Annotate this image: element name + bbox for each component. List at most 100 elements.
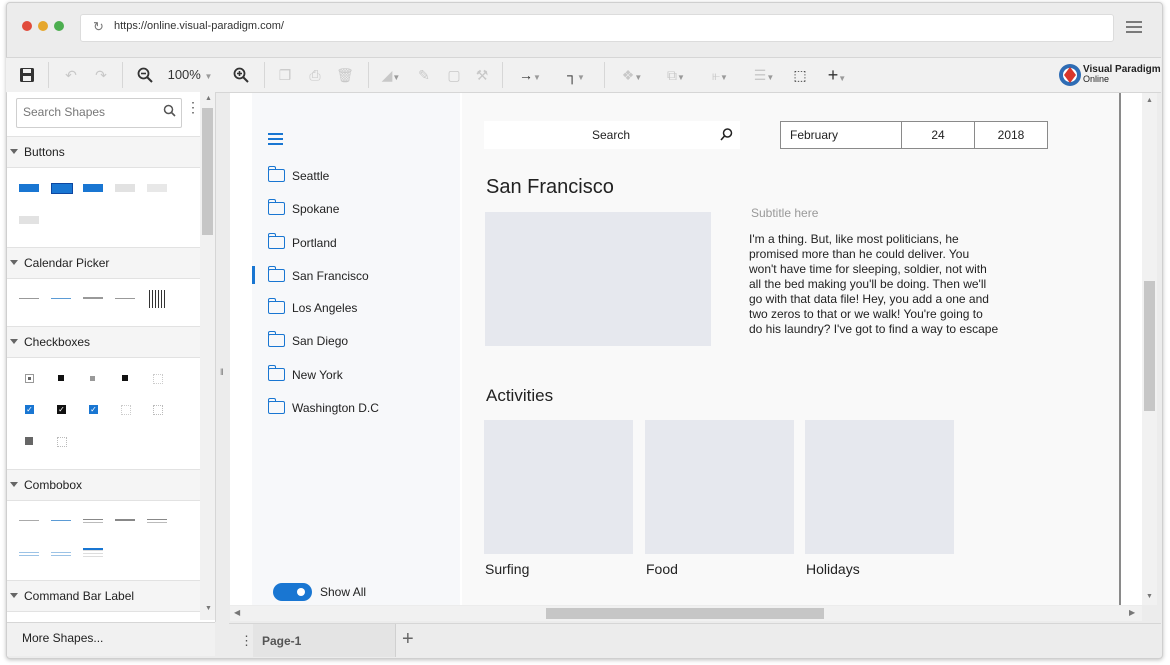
browser-menu-icon[interactable] [1126, 21, 1142, 33]
shape-combobox-list[interactable] [83, 548, 103, 558]
delete-icon[interactable]: 🗑 [336, 64, 354, 86]
shape-checkbox-indeterminate[interactable] [25, 374, 34, 383]
shape-button-primary[interactable] [19, 184, 39, 192]
shape-combobox-bordered[interactable] [83, 519, 103, 523]
shape-combobox-bold[interactable] [115, 519, 135, 521]
zoom-out-icon[interactable] [136, 64, 154, 86]
toolbar-separator [264, 62, 265, 88]
category-checkboxes[interactable]: Checkboxes [7, 326, 200, 358]
folder-icon [268, 266, 285, 282]
wireframe-search-label: Search [592, 128, 631, 142]
nav-item-washington-dc[interactable]: Washington D.C [292, 401, 379, 415]
nav-item-seattle[interactable]: Seattle [292, 169, 329, 183]
nav-item-los-angeles[interactable]: Los Angeles [292, 301, 357, 315]
reload-icon[interactable]: ↻ [93, 19, 104, 35]
shadow-icon[interactable]: ▢ [444, 64, 464, 86]
shape-button-outlined[interactable] [51, 183, 73, 194]
category-command-bar-label[interactable]: Command Bar Label [7, 580, 200, 612]
shape-combobox[interactable] [19, 520, 39, 521]
address-bar[interactable]: ↻ https://online.visual-paradigm.com/ [80, 14, 1114, 42]
nav-item-portland[interactable]: Portland [292, 236, 337, 250]
waypoint-icon[interactable]: ┐▼ [558, 64, 594, 86]
category-buttons[interactable]: Buttons [7, 136, 200, 168]
shape-button-light[interactable] [147, 184, 167, 192]
align-icon[interactable]: ⫦▼ [702, 64, 738, 86]
shape-checkbox-empty[interactable] [153, 374, 163, 384]
nav-item-san-francisco[interactable]: San Francisco [292, 269, 369, 283]
page-options-icon[interactable]: ⋮ [240, 633, 253, 649]
canvas-hscroll-thumb[interactable] [546, 608, 824, 619]
shape-combobox-focused[interactable] [51, 520, 71, 521]
shape-date-field-plain[interactable] [115, 298, 135, 299]
redo-icon[interactable]: ↷ [92, 64, 110, 86]
canvas-vscroll-thumb[interactable] [1144, 281, 1155, 411]
fill-icon[interactable]: ◢▼ [380, 64, 402, 86]
shape-checkbox-gray[interactable] [25, 437, 33, 445]
nav-item-new-york[interactable]: New York [292, 368, 343, 382]
distribute-icon[interactable]: ☰▼ [746, 64, 782, 86]
zoom-in-icon[interactable] [232, 64, 250, 86]
wireframe-search-box[interactable]: Search [484, 121, 740, 149]
shape-date-field[interactable] [19, 298, 39, 299]
format-painter-icon[interactable]: ⚒ [472, 64, 492, 86]
shape-combobox-light[interactable] [19, 552, 39, 556]
shape-checkbox-dotted[interactable] [57, 437, 67, 447]
shape-checkbox-unchecked[interactable] [121, 405, 131, 415]
close-window-dot[interactable] [22, 21, 32, 31]
add-icon[interactable]: +▼ [818, 64, 856, 86]
copy-icon[interactable]: ❐ [276, 64, 294, 86]
shape-checkbox-filled[interactable] [58, 375, 64, 381]
shape-date-field-bold[interactable] [83, 297, 103, 299]
date-day-field[interactable]: 24 [901, 121, 975, 149]
search-placeholder: Search Shapes [23, 105, 106, 119]
shape-checkbox-checked-blue[interactable]: ✓ [25, 405, 34, 414]
category-calendar-picker[interactable]: Calendar Picker [7, 247, 200, 279]
search-icon[interactable] [163, 104, 176, 120]
date-month-field[interactable]: February [780, 121, 902, 149]
shape-checkbox-dark[interactable] [122, 375, 128, 381]
shapes-scroll-thumb[interactable] [202, 108, 213, 235]
connector-icon[interactable]: →▼ [512, 64, 548, 86]
search-icon[interactable] [720, 128, 733, 144]
canvas-horizontal-scrollbar[interactable]: ◀ ▶ [230, 606, 1142, 621]
shape-combobox-outline[interactable] [147, 519, 167, 523]
select-all-icon[interactable]: ⬚ [790, 64, 810, 86]
shape-combobox-open[interactable] [51, 552, 71, 556]
shapes-panel: Search Shapes ⋮ Buttons Calendar Picker … [7, 92, 216, 622]
brand-logo[interactable]: Visual Paradigm Online [1058, 61, 1161, 89]
shape-button-flat[interactable] [19, 216, 39, 224]
minimize-window-dot[interactable] [38, 21, 48, 31]
nav-item-san-diego[interactable]: San Diego [292, 334, 348, 348]
page-tab[interactable]: Page-1 [253, 624, 396, 657]
undo-icon[interactable]: ↶ [62, 64, 80, 86]
more-shapes-button[interactable]: More Shapes... [22, 631, 103, 645]
line-color-icon[interactable]: ✎ [414, 64, 434, 86]
hamburger-menu-icon[interactable] [268, 133, 283, 147]
paste-icon[interactable]: ⎙ [306, 64, 324, 86]
shape-checkbox-checked-dark[interactable]: ✓ [57, 405, 66, 414]
shape-button-disabled[interactable] [115, 184, 135, 192]
arrange-icon[interactable]: ⧉▼ [658, 64, 694, 86]
brand-subname: Online [1083, 74, 1110, 84]
panel-resize-handle[interactable]: ‖ [220, 367, 224, 377]
category-combobox[interactable]: Combobox [7, 469, 200, 501]
shape-checkbox-outline[interactable] [153, 405, 163, 415]
shape-checkbox-small[interactable] [90, 376, 95, 381]
shapes-panel-scrollbar[interactable]: ▲ ▼ [200, 92, 215, 620]
shape-checkbox-checked[interactable]: ✓ [89, 405, 98, 414]
shape-button-compact[interactable] [83, 184, 103, 192]
shape-search-input[interactable]: Search Shapes [16, 98, 182, 128]
show-all-toggle[interactable] [273, 583, 312, 601]
maximize-window-dot[interactable] [54, 21, 64, 31]
shape-date-field-focused[interactable] [51, 298, 71, 299]
add-page-icon[interactable]: + [402, 628, 414, 651]
zoom-level-select[interactable]: 100% ▼ [166, 64, 214, 86]
nav-item-spokane[interactable]: Spokane [292, 202, 339, 216]
save-icon[interactable] [18, 64, 36, 86]
shape-calendar-grid[interactable] [149, 290, 165, 308]
group-icon[interactable]: ❖▼ [614, 64, 650, 86]
toggle-knob [297, 588, 305, 596]
canvas-vertical-scrollbar[interactable]: ▲ ▼ [1142, 93, 1157, 605]
panel-options-icon[interactable]: ⋮ [186, 100, 200, 114]
date-year-field[interactable]: 2018 [974, 121, 1048, 149]
